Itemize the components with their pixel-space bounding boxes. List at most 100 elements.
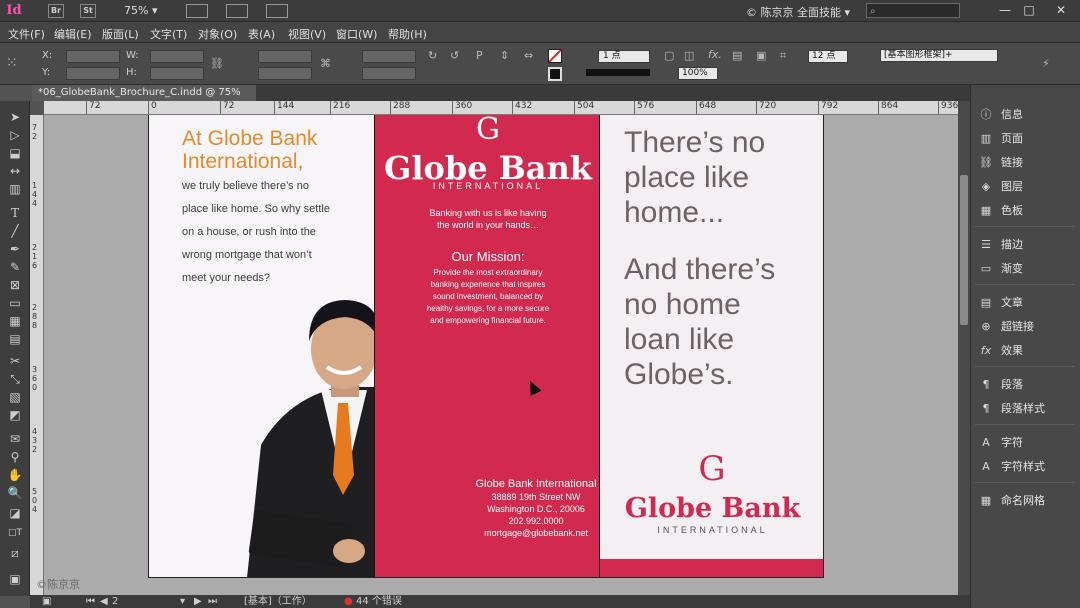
workspace-mode[interactable]: [基本]（工作） — [244, 595, 312, 608]
page-tool-icon[interactable]: ⬓ — [6, 145, 24, 161]
screen-mode-tool-icon[interactable]: ▣ — [6, 571, 24, 587]
gradient-swatch-tool-icon[interactable]: ▧ — [6, 389, 24, 405]
horizontal-ruler[interactable]: 72 0 72 144 216 288 360 432 504 576 648 … — [44, 101, 958, 115]
fill-stroke-icon[interactable]: ◪ — [6, 505, 24, 521]
hand-tool-icon[interactable]: ✋ — [6, 467, 24, 483]
pencil-tool-icon[interactable]: ✎ — [6, 259, 24, 275]
last-page-icon[interactable]: ⏭ — [208, 595, 217, 608]
workspace-switcher[interactable]: © 陈京京 全面技能 ▾ — [746, 4, 850, 20]
line-tool-icon[interactable]: ╱ — [6, 223, 24, 239]
drop-shadow-icon[interactable]: ◫ — [684, 49, 694, 62]
type-tool-icon[interactable]: T — [6, 205, 24, 221]
spacing-field[interactable]: 12 点 — [808, 50, 848, 63]
minimize-icon[interactable]: — — [996, 2, 1014, 18]
menu-layout[interactable]: 版面(L) — [102, 26, 139, 42]
panel-info[interactable]: ⓘ 信息 — [977, 104, 1077, 126]
maximize-icon[interactable]: □ — [1020, 2, 1038, 18]
menu-view[interactable]: 视图(V) — [288, 26, 326, 42]
link-icon[interactable]: ⌘ — [320, 57, 331, 70]
scale-x-field[interactable] — [258, 50, 312, 63]
frame-grid-tool-icon[interactable]: ▤ — [6, 331, 24, 347]
stroke-type-dropdown[interactable] — [586, 69, 650, 76]
error-count[interactable]: 44 个错误 — [356, 595, 402, 608]
menu-object[interactable]: 对象(O) — [198, 26, 237, 42]
stock-button[interactable]: St — [80, 4, 96, 18]
menu-file[interactable]: 文件(F) — [8, 26, 45, 42]
free-transform-tool-icon[interactable]: ⤡ — [6, 371, 24, 387]
search-input[interactable]: ⌕ — [866, 3, 960, 18]
opacity-field[interactable]: 100% — [678, 67, 718, 80]
w-field[interactable] — [150, 50, 204, 63]
formatting-affects-icon[interactable]: □T — [6, 525, 24, 541]
note-tool-icon[interactable]: ✉ — [6, 431, 24, 447]
h-field[interactable] — [150, 67, 204, 80]
brochure-spread[interactable]: At Globe Bank International, we truly be… — [148, 115, 824, 578]
scissors-tool-icon[interactable]: ✂ — [6, 353, 24, 369]
constrain-proportions-icon[interactable]: ⛓ — [210, 57, 224, 70]
x-field[interactable] — [66, 50, 120, 63]
stroke-swatch-icon[interactable] — [548, 67, 562, 81]
menu-help[interactable]: 帮助(H) — [388, 26, 427, 42]
wrap-box-icon[interactable]: ▣ — [756, 49, 766, 62]
grid-tool-icon[interactable]: ▦ — [6, 313, 24, 329]
object-style-dropdown[interactable]: [基本图形框架]+ — [880, 49, 998, 62]
panel-character[interactable]: A 字符 — [977, 432, 1077, 454]
panel-paragraph[interactable]: ¶ 段落 — [977, 374, 1077, 396]
fx-icon[interactable]: fx. — [708, 48, 722, 61]
panel-named-grids[interactable]: ▦ 命名网格 — [977, 490, 1077, 512]
rotate-icon[interactable]: ↻ — [428, 49, 437, 62]
selection-tool-icon[interactable]: ➤ — [6, 109, 24, 125]
flip-horizontal-icon[interactable]: ⇔ — [524, 49, 533, 62]
fit-frame-icon[interactable]: ⌗ — [780, 49, 786, 63]
panel-links[interactable]: ⛓ 链接 — [977, 152, 1077, 174]
panel-swatches[interactable]: ▦ 色板 — [977, 200, 1077, 222]
panel-gradient[interactable]: ▭ 渐变 — [977, 258, 1077, 280]
rectangle-frame-tool-icon[interactable]: ⊠ — [6, 277, 24, 293]
menu-table[interactable]: 表(A) — [248, 26, 275, 42]
panel-paragraph-styles[interactable]: ¶ 段落样式 — [977, 398, 1077, 420]
menu-type[interactable]: 文字(T) — [150, 26, 187, 42]
panel-effects[interactable]: fx 效果 — [977, 340, 1077, 362]
gradient-feather-tool-icon[interactable]: ◩ — [6, 407, 24, 423]
panel-article[interactable]: ▤ 文章 — [977, 292, 1077, 314]
y-field[interactable] — [66, 67, 120, 80]
prev-page-icon[interactable]: ◀ — [100, 595, 108, 608]
arrange-documents-icon[interactable] — [266, 4, 288, 18]
vertical-ruler[interactable]: 7 2 1 4 4 2 1 6 2 8 8 3 6 0 4 3 2 5 0 4 — [30, 115, 44, 595]
rotate-field[interactable] — [362, 50, 416, 63]
content-collector-icon[interactable]: ▥ — [6, 181, 24, 197]
scale-y-field[interactable] — [258, 67, 312, 80]
next-page-icon[interactable]: ▶ — [194, 595, 202, 608]
fill-swatch-icon[interactable] — [548, 49, 562, 63]
menu-window[interactable]: 窗口(W) — [336, 26, 377, 42]
zoom-tool-icon[interactable]: 🔍 — [6, 485, 24, 501]
screen-mode-icon[interactable] — [226, 4, 248, 18]
view-options-icon[interactable] — [186, 4, 208, 18]
zoom-dropdown[interactable]: 75% ▾ — [124, 4, 157, 17]
reference-point-icon[interactable]: ⁙ — [6, 55, 18, 71]
page-number-field[interactable]: 2 — [112, 595, 118, 608]
quick-apply-icon[interactable]: ⚡ — [1042, 57, 1050, 70]
panel-character-styles[interactable]: A 字符样式 — [977, 456, 1077, 478]
brochure-panel-right[interactable]: There’s no place like home... And there’… — [600, 115, 823, 577]
close-icon[interactable]: ✕ — [1052, 2, 1070, 18]
stroke-weight-dropdown[interactable]: 1 点 — [598, 50, 650, 63]
pen-tool-icon[interactable]: ✒ — [6, 241, 24, 257]
document-tab[interactable]: *06_GlobeBank_Brochure_C.indd @ 75% × — [32, 85, 256, 114]
rectangle-tool-icon[interactable]: ▭ — [6, 295, 24, 311]
flip-icon[interactable]: ⇕ — [500, 49, 509, 62]
frame-icon[interactable]: ▢ — [664, 49, 674, 62]
gap-tool-icon[interactable]: ↔ — [6, 163, 24, 179]
businessman-photo[interactable] — [247, 295, 447, 578]
text-frame-icon[interactable]: P — [476, 49, 483, 62]
shear-field[interactable] — [362, 67, 416, 80]
panel-stroke[interactable]: ☰ 描边 — [977, 234, 1077, 256]
panel-layers[interactable]: ◈ 图层 — [977, 176, 1077, 198]
direct-selection-tool-icon[interactable]: ▷ — [6, 127, 24, 143]
first-page-icon[interactable]: ⏮ — [86, 595, 95, 608]
page-dropdown-icon[interactable]: ▾ — [180, 595, 185, 608]
eyedropper-tool-icon[interactable]: ⚲ — [6, 449, 24, 465]
apply-none-icon[interactable]: ⧄ — [6, 545, 24, 561]
wrap-none-icon[interactable]: ▤ — [732, 49, 742, 62]
menu-edit[interactable]: 编辑(E) — [54, 26, 92, 42]
